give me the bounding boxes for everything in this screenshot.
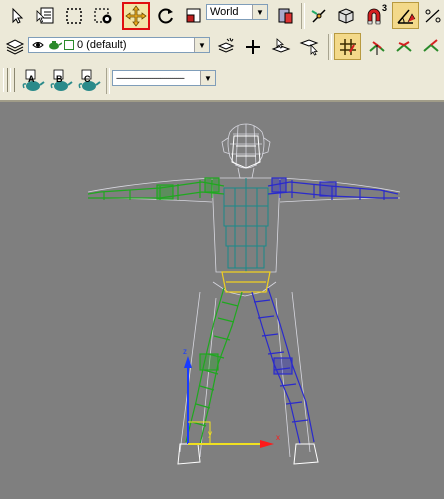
biped-wireframe-model: z x y	[87, 123, 401, 465]
line-style-dropdown[interactable]: ---------------------------------- ▼	[112, 70, 216, 86]
window-crossing-icon	[94, 8, 112, 24]
left-leg-bones	[185, 287, 243, 445]
select-and-manipulate-button[interactable]	[306, 3, 332, 29]
spine-bones	[223, 178, 269, 272]
toolbar-grip[interactable]	[3, 68, 8, 92]
use-pivot-center-button[interactable]	[272, 3, 298, 29]
preset-letter: B	[56, 74, 63, 84]
plus-icon	[246, 40, 260, 54]
main-toolbar: World ▼ 3	[0, 0, 444, 32]
layers-stack-icon	[5, 39, 25, 55]
move-arrows-icon	[125, 5, 147, 27]
render-preset-b-button[interactable]: B	[48, 68, 74, 94]
line-style-value: ----------------------------------	[116, 73, 185, 83]
render-presets-toolbar: A B C ----------------------------------…	[0, 62, 444, 102]
right-arm-bones	[267, 177, 399, 200]
foot-bones	[177, 443, 319, 465]
rotate-icon	[158, 8, 173, 24]
rectangular-selection-region-icon	[66, 8, 82, 24]
layer-manager-button[interactable]	[2, 34, 28, 60]
toolbar-grip[interactable]	[10, 68, 15, 92]
pivot-center-icon	[278, 8, 293, 24]
pelvis-bone	[221, 271, 271, 293]
svg-text:x: x	[276, 433, 280, 442]
select-objects-in-layer-button[interactable]	[268, 34, 294, 60]
rectangular-selection-button[interactable]	[61, 3, 87, 29]
toolbar-separator	[301, 3, 305, 29]
chevron-down-icon: ▼	[252, 5, 267, 19]
percent-snap-toggle-button[interactable]	[420, 3, 444, 29]
toolbar-separator	[328, 34, 332, 60]
select-by-name-button[interactable]	[32, 3, 58, 29]
snaps-dimension-label: 3	[381, 3, 387, 13]
set-current-layer-button[interactable]	[296, 34, 322, 60]
freeze-teapot-icon	[49, 41, 62, 50]
mesh-wireframe	[87, 123, 401, 458]
angle-snap-icon	[396, 9, 415, 24]
perspective-viewport[interactable]: z x y	[0, 102, 444, 499]
create-new-layer-button[interactable]	[213, 34, 239, 60]
toolbar-separator	[106, 68, 110, 94]
preset-letter: C	[84, 74, 91, 84]
select-in-layer-icon	[271, 38, 291, 53]
keyboard-cube-icon	[338, 8, 354, 24]
snap-arrows-icon	[423, 39, 439, 52]
edge-snap-button[interactable]	[391, 34, 417, 60]
snaps-toggle-button[interactable]: 3	[362, 3, 388, 29]
preset-letter: A	[28, 74, 35, 84]
left-arm-bones	[87, 177, 225, 200]
current-layer-dropdown[interactable]: 0 (default) ▼	[28, 37, 210, 53]
render-preset-a-button[interactable]: A	[20, 68, 46, 94]
vertex-snap-button[interactable]	[418, 34, 444, 60]
select-by-name-icon	[36, 7, 54, 24]
angle-snap-toggle-button[interactable]	[392, 2, 419, 29]
chevron-down-icon: ▼	[200, 71, 215, 85]
pivot-snap-button[interactable]	[364, 34, 390, 60]
manipulate-icon	[311, 9, 326, 23]
keyboard-shortcut-override-button[interactable]	[333, 3, 359, 29]
select-and-move-button[interactable]	[122, 2, 150, 30]
set-current-layer-icon	[299, 39, 319, 56]
layer-color-swatch	[64, 40, 74, 50]
2d-snap-button[interactable]	[334, 33, 361, 60]
svg-text:z: z	[183, 347, 187, 356]
select-and-scale-button[interactable]	[181, 3, 207, 29]
select-object-icon	[12, 7, 24, 24]
new-layer-sparkle-icon	[217, 37, 235, 53]
grid-snap-icon	[339, 38, 356, 55]
layers-toolbar: 0 (default) ▼	[0, 31, 444, 63]
add-selection-to-layer-button[interactable]	[240, 34, 266, 60]
scale-icon	[186, 8, 201, 23]
select-object-button[interactable]	[4, 3, 30, 29]
right-leg-bones	[251, 287, 315, 445]
eye-icon	[32, 42, 44, 48]
render-preset-c-button[interactable]: C	[76, 68, 102, 94]
svg-text:y: y	[208, 429, 212, 438]
reference-coordinate-system-dropdown[interactable]: World ▼	[206, 4, 268, 20]
snap-arrows-icon	[369, 41, 385, 55]
percent-snap-icon	[425, 9, 441, 23]
coordinate-system-value: World	[210, 6, 239, 18]
window-crossing-button[interactable]	[90, 3, 116, 29]
snap-arrows-icon	[396, 41, 412, 52]
current-layer-value: 0 (default)	[77, 39, 127, 51]
select-and-rotate-button[interactable]	[153, 3, 179, 29]
chevron-down-icon: ▼	[194, 38, 209, 52]
